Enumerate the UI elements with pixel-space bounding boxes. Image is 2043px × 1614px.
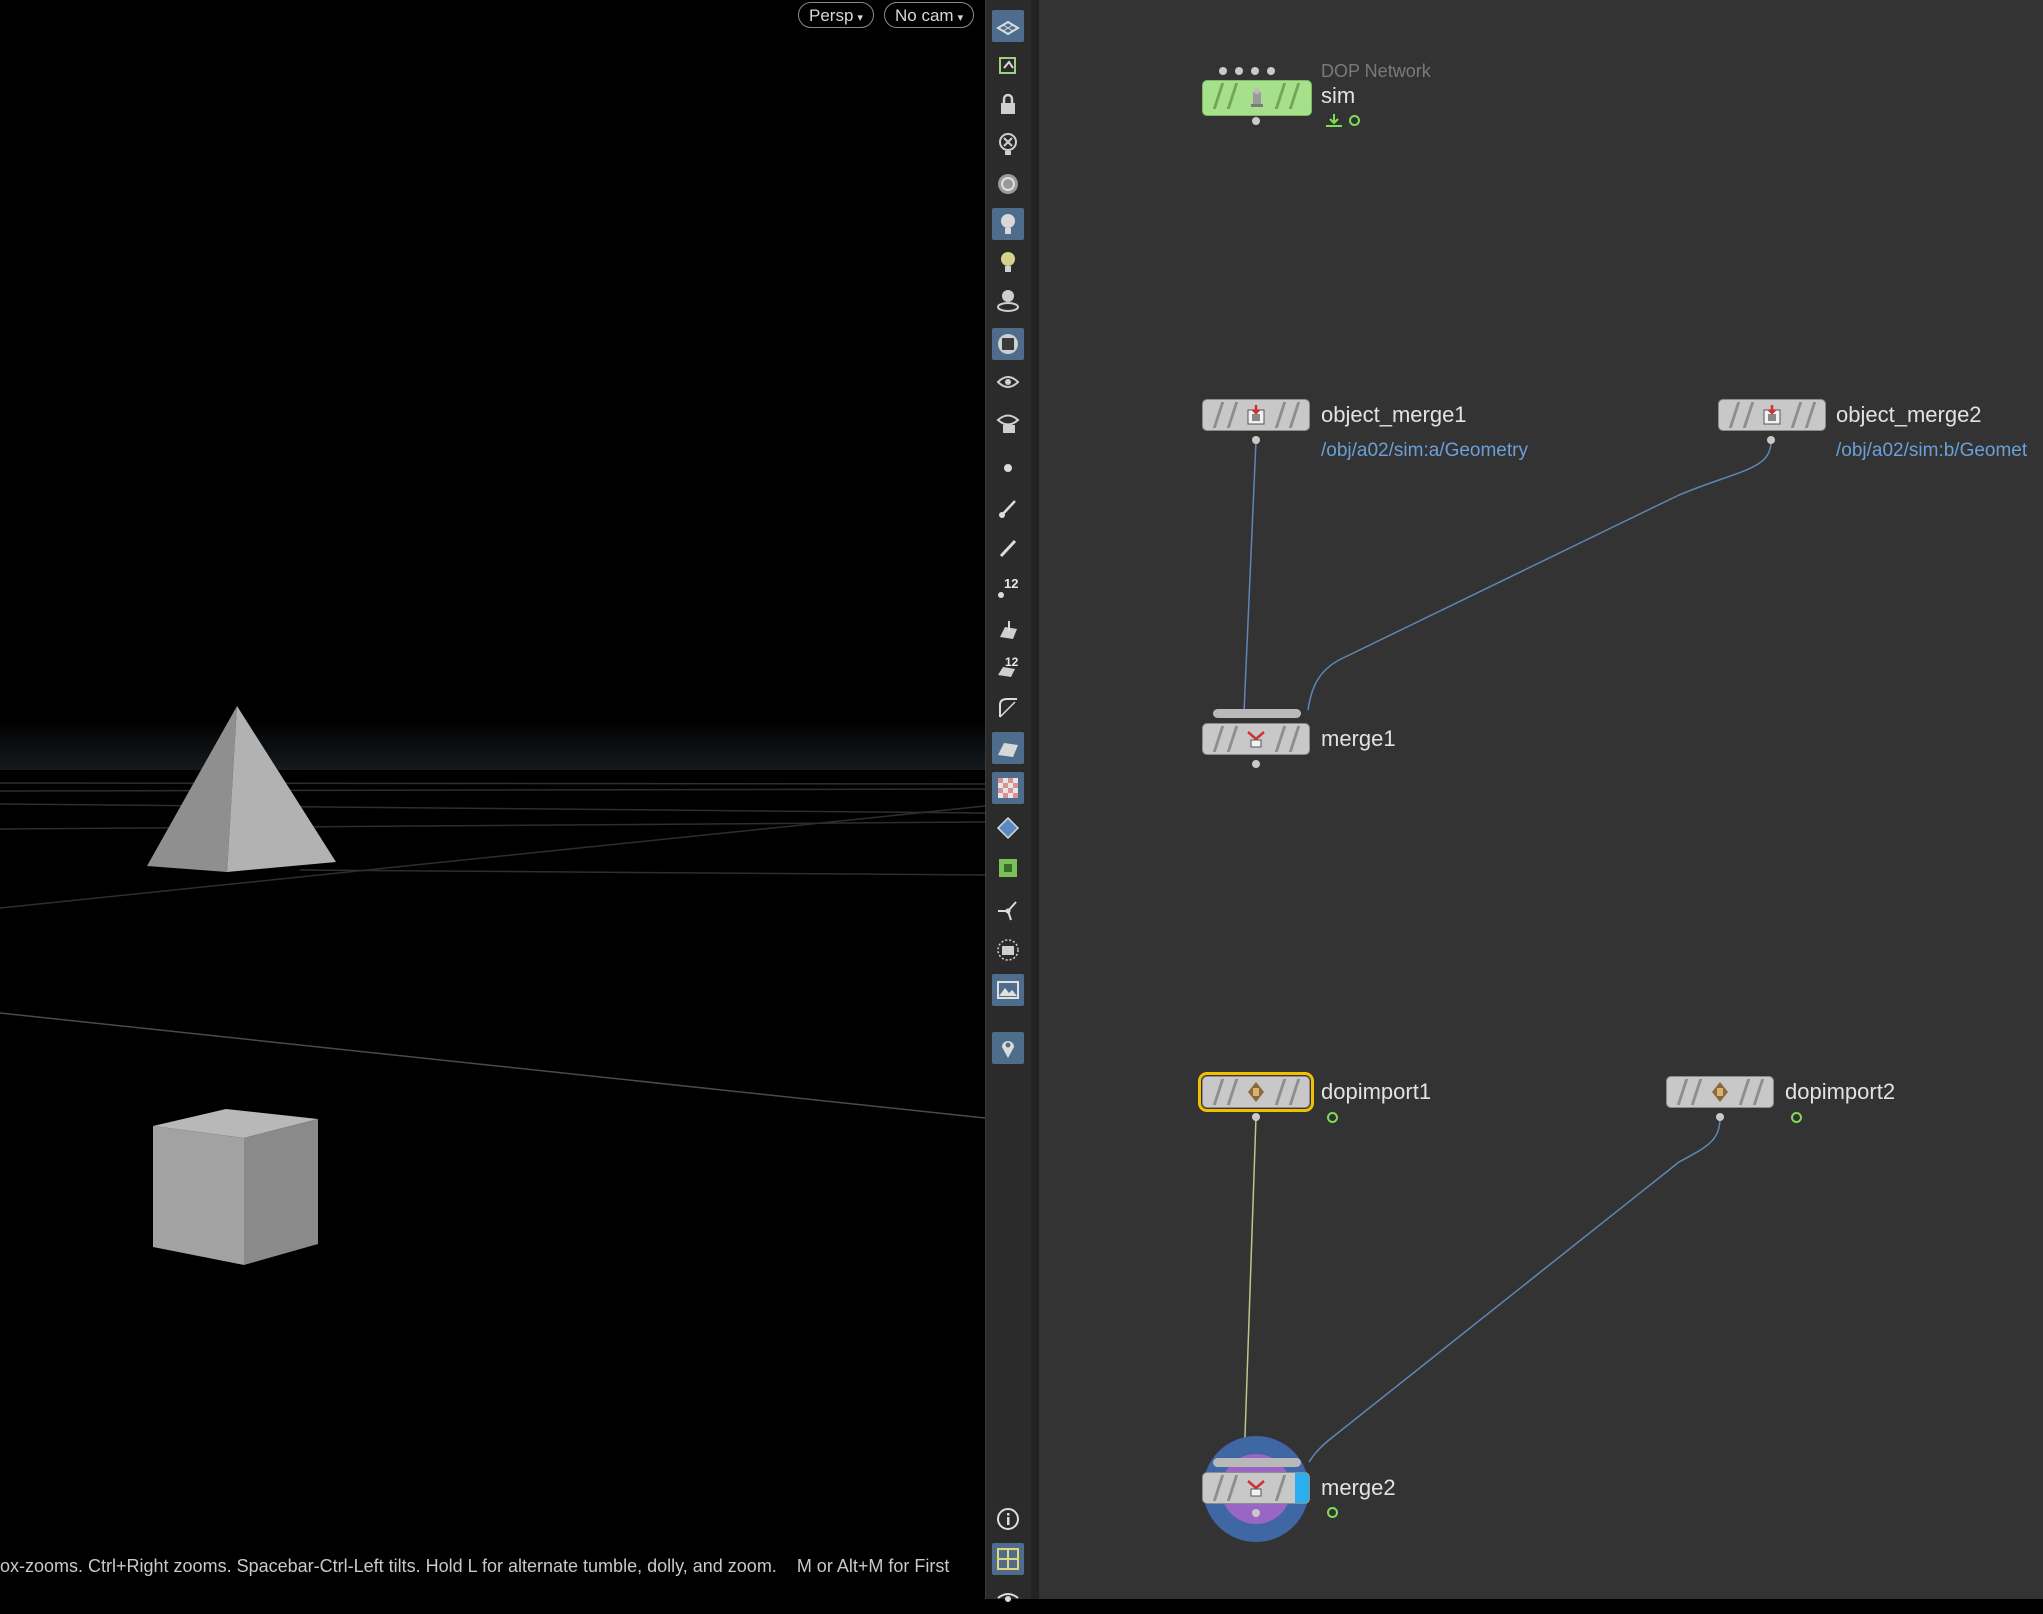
visibility-icon[interactable] <box>992 1582 1024 1614</box>
eye-icon[interactable] <box>992 366 1024 398</box>
input-dot[interactable] <box>1251 67 1259 75</box>
multi-input-bar[interactable] <box>1213 709 1301 718</box>
time-dependent-icon <box>1327 1507 1338 1518</box>
time-dependent-icon <box>1349 115 1360 126</box>
persp-view-button[interactable]: Persp ▾ <box>798 2 874 28</box>
snapshot-icon[interactable] <box>992 50 1024 82</box>
camera-menu-button[interactable]: No cam ▾ <box>884 2 975 28</box>
merge1-node-body[interactable] <box>1202 723 1310 755</box>
object-merge-icon <box>1763 405 1781 425</box>
merge2-node-body[interactable] <box>1202 1472 1310 1504</box>
output-dot[interactable] <box>1252 117 1260 125</box>
handle-icon[interactable] <box>992 894 1024 926</box>
object-merge-icon <box>1247 405 1265 425</box>
node-name: merge1 <box>1321 726 1396 751</box>
wire-dopimport1-to-merge2 <box>1243 1116 1257 1466</box>
background-image-icon[interactable] <box>992 974 1024 1006</box>
wire-object-merge2-to-merge1 <box>1307 440 1772 711</box>
diamond-icon[interactable] <box>992 812 1024 844</box>
dopimport2-node-body[interactable] <box>1666 1076 1774 1108</box>
multi-input-bar[interactable] <box>1213 1458 1301 1467</box>
node-name: sim <box>1321 83 1356 108</box>
output-dot[interactable] <box>1716 1113 1724 1121</box>
camera-label: No cam <box>895 6 954 25</box>
display-toolbar: 12 12 <box>985 0 1032 1602</box>
node-type-label: DOP Network <box>1321 61 1431 81</box>
box-mesh <box>153 1109 318 1265</box>
pin-icon[interactable] <box>992 1032 1024 1064</box>
chevron-down-icon: ▾ <box>957 12 964 24</box>
output-dot[interactable] <box>1767 436 1775 444</box>
camera-eye-icon[interactable] <box>992 406 1024 438</box>
scene-viewport[interactable]: Persp ▾ No cam ▾ ox-zooms. Ctrl+Right zoom… <box>0 0 985 1599</box>
svg-text:12: 12 <box>1005 655 1019 669</box>
dopimport1-node-body[interactable] <box>1198 1072 1314 1112</box>
pen-icon[interactable] <box>992 532 1024 564</box>
time-dependent-icon <box>1791 1112 1802 1123</box>
wire-object-merge1-to-merge1 <box>1243 440 1257 714</box>
info-icon[interactable] <box>992 1503 1024 1535</box>
sim-cache-icon <box>1326 114 1342 127</box>
grid-axis-line <box>0 1012 985 1119</box>
edge-icon[interactable] <box>992 692 1024 724</box>
input-dot[interactable] <box>1235 67 1243 75</box>
grid-layout-icon[interactable] <box>992 1543 1024 1575</box>
ghost-icon[interactable] <box>992 168 1024 200</box>
node-name: object_merge1 <box>1321 402 1467 427</box>
checker-icon[interactable] <box>992 772 1024 804</box>
display-flag[interactable] <box>1295 1473 1309 1503</box>
prim-numbers-icon[interactable]: 12 <box>992 652 1024 684</box>
prim-icon[interactable] <box>992 614 1024 646</box>
svg-text:12: 12 <box>1004 576 1018 591</box>
node-wires <box>1243 440 1772 1466</box>
merge-icon <box>1247 731 1265 748</box>
light-add-icon[interactable] <box>992 246 1024 278</box>
hide-icon[interactable] <box>992 128 1024 160</box>
horizon-glow <box>0 720 985 770</box>
node-name: object_merge2 <box>1836 402 1982 427</box>
lock-icon[interactable] <box>992 88 1024 120</box>
output-dot[interactable] <box>1252 760 1260 768</box>
light-icon[interactable] <box>992 208 1024 240</box>
ground-grid <box>0 782 985 909</box>
point-icon[interactable] <box>992 452 1024 484</box>
merge-icon <box>1247 1480 1265 1497</box>
object-merge1-node-body[interactable] <box>1202 399 1310 431</box>
time-dependent-icon <box>1327 1112 1338 1123</box>
viewport-scene <box>0 706 985 1265</box>
object-merge2-node-body[interactable] <box>1718 399 1826 431</box>
dop-import-icon <box>1248 1082 1264 1102</box>
output-dot[interactable] <box>1252 1113 1260 1121</box>
wire-dopimport2-to-merge2 <box>1308 1116 1721 1463</box>
point-numbers-icon[interactable]: 12 <box>992 572 1024 604</box>
frame-icon[interactable] <box>992 934 1024 966</box>
wireframe-ground-icon[interactable] <box>992 10 1024 42</box>
dop-network-icon <box>1251 88 1263 107</box>
node-name: dopimport1 <box>1321 1079 1432 1104</box>
viewport-status-hint: ox-zooms. Ctrl+Right zooms. Spacebar-Ctr… <box>0 1556 950 1576</box>
sim-node-body[interactable] <box>1202 80 1312 116</box>
node-name: dopimport2 <box>1785 1079 1896 1104</box>
brush-icon[interactable] <box>992 492 1024 524</box>
output-dot[interactable] <box>1252 1509 1260 1517</box>
pane-splitter[interactable] <box>1031 0 1039 1599</box>
normals-icon[interactable] <box>992 732 1024 764</box>
input-dot[interactable] <box>1267 67 1275 75</box>
object-path-label: /obj/a02/sim:a/Geometry <box>1321 440 1528 461</box>
network-editor[interactable]: DOP Network sim object_merge1 /obj/a02/s… <box>1039 0 2043 1599</box>
output-dot[interactable] <box>1252 436 1260 444</box>
input-dot[interactable] <box>1219 67 1227 75</box>
object-path-label: /obj/a02/sim:b/Geomet <box>1836 440 2028 461</box>
light-target-icon[interactable] <box>992 284 1024 316</box>
display-shaded-icon[interactable] <box>992 328 1024 360</box>
dop-import-icon <box>1712 1082 1728 1102</box>
uv-icon[interactable] <box>992 852 1024 884</box>
chevron-down-icon: ▾ <box>857 12 863 24</box>
node-name: merge2 <box>1321 1475 1396 1500</box>
persp-label: Persp <box>809 6 854 25</box>
